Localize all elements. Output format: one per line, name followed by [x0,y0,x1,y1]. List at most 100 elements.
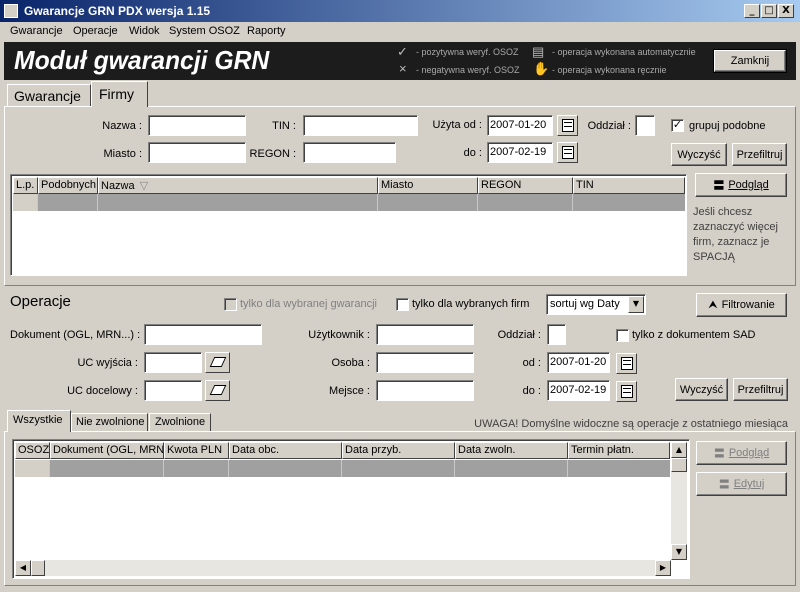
person-label: Osoba : [331,357,370,369]
tab-gwarancje[interactable]: Gwarancje [7,84,91,106]
only-guarantee-checkbox[interactable] [224,298,237,311]
group-similar-checkbox[interactable]: ✓ [671,119,684,132]
menu-gwarancje[interactable]: Gwarancje [10,25,63,37]
document-input[interactable] [144,324,262,345]
branch-input-firms[interactable] [635,115,655,136]
only-firms-checkbox[interactable] [396,298,409,311]
column-header-name[interactable]: Nazwa ▽ [98,177,378,194]
scroll-thumb-h[interactable] [31,560,45,576]
used-from-label: Użyta od : [432,119,482,131]
table-row[interactable] [15,460,670,477]
nazwa-label: Nazwa : [102,120,142,132]
eraser-icon-uc-out[interactable] [205,352,230,373]
column-header-city[interactable]: Miasto [378,177,478,194]
uc-dest-input[interactable] [144,380,202,401]
banner: Moduł gwarancji GRN ✓ - pozytywna weryf.… [4,42,796,80]
only-firms-label: tylko dla wybranych firm [412,298,530,310]
title-bar[interactable]: Gwarancje GRN PDX wersja 1.15 _ □ X [0,0,800,22]
regon-input[interactable] [303,142,396,163]
preview-button-ops[interactable]: 〓 Podgląd [696,441,787,465]
scroll-up-icon[interactable]: ▲ [671,442,687,458]
calendar-icon-to-ops[interactable] [616,381,637,402]
menu-widok[interactable]: Widok [129,25,160,37]
checkmark-icon: ✓ [397,44,408,59]
clear-button-ops[interactable]: Wyczyść [675,378,728,401]
calendar-icon-to-firms[interactable] [557,142,578,163]
to-input-ops[interactable]: 2007-02-19 [547,380,610,401]
sort-desc-icon: ▽ [139,180,149,192]
from-input-ops[interactable]: 2007-01-20 [547,352,610,373]
nazwa-input[interactable] [148,115,246,136]
person-input[interactable] [376,352,474,373]
sort-select[interactable]: sortuj wg Daty ▼ [546,294,646,315]
menu-operacje[interactable]: Operacje [73,25,118,37]
menu-raporty[interactable]: Raporty [247,25,286,37]
column-header-lp[interactable]: L.p. [13,177,38,194]
column-header-arrival-date[interactable]: Data przyb. [342,442,455,459]
tin-label: TIN : [272,120,296,132]
equals-icon: 〓 [713,448,725,460]
column-header-amount[interactable]: Kwota PLN [164,442,229,459]
tab-not-released[interactable]: Nie zwolnione [71,413,148,432]
close-window-button[interactable]: X [778,4,794,18]
column-header-release-date[interactable]: Data zwoln. [455,442,568,459]
scroll-right-icon[interactable]: ▶ [655,560,671,576]
user-input[interactable] [376,324,474,345]
uc-out-label: UC wyjścia : [77,357,138,369]
table-row[interactable] [13,194,685,211]
horizontal-scrollbar[interactable]: ◀ ▶ [15,560,671,576]
menu-bar: Gwarancje Operacje Widok System OSOZ Rap… [0,22,800,41]
column-header-osoz[interactable]: OSOZ [15,442,50,459]
tab-all[interactable]: Wszystkie [7,410,71,432]
filtering-button[interactable]: ⮝ Filtrowanie [696,293,787,317]
tin-input[interactable] [303,115,418,136]
from-label-ops: od : [522,357,541,369]
firms-table[interactable]: L.p. Podobnych Nazwa ▽ Miasto REGON TIN [10,174,687,276]
edit-button-ops[interactable]: 〓 Edytuj [696,472,787,496]
group-similar-label: grupuj podobne [689,120,766,132]
column-header-payment-term[interactable]: Termin płatn. [568,442,670,459]
clear-button-firms[interactable]: Wyczyść [671,143,727,166]
uc-dest-label: UC docelowy : [67,385,138,397]
to-label-firms: do : [463,147,482,159]
chevron-down-icon[interactable]: ▼ [628,296,644,313]
refilter-button-ops[interactable]: Przefiltruj [733,378,788,401]
close-app-button[interactable]: Zamknij [713,49,787,73]
document-icon: ▤ [532,44,545,59]
maximize-button[interactable]: □ [761,4,777,18]
legend-negative: - negatywna weryf. OSOZ [416,65,520,75]
menu-system-osoz[interactable]: System OSOZ [169,25,240,37]
vertical-scrollbar[interactable]: ▲ ▼ [671,442,687,560]
tab-released[interactable]: Zwolnione [149,413,211,432]
uc-out-input[interactable] [144,352,202,373]
scroll-thumb[interactable] [671,458,687,472]
regon-label: REGON : [249,148,296,160]
column-header-document[interactable]: Dokument (OGL, MRN... [50,442,164,459]
branch-label-firms: Oddział : [587,120,631,132]
scroll-down-icon[interactable]: ▼ [671,544,687,560]
place-input[interactable] [376,380,474,401]
miasto-input[interactable] [148,142,246,163]
arrow-up-icon: ⮝ [708,298,718,311]
place-label: Mejsce : [329,385,370,397]
calendar-icon-used-from[interactable] [557,115,578,136]
preview-button-firms[interactable]: 〓 Podgląd [695,173,787,197]
column-header-regon[interactable]: REGON [478,177,573,194]
minimize-button[interactable]: _ [744,4,760,18]
operations-title: Operacje [10,293,71,310]
to-input-firms[interactable]: 2007-02-19 [487,142,553,163]
column-header-tin[interactable]: TIN [573,177,685,194]
only-sad-checkbox[interactable] [616,329,629,342]
eraser-icon-uc-dest[interactable] [205,380,230,401]
branch-input-ops[interactable] [547,324,566,345]
used-from-input[interactable]: 2007-01-20 [487,115,553,136]
miasto-label: Miasto : [103,148,142,160]
calendar-icon-from-ops[interactable] [616,353,637,374]
operations-table[interactable]: OSOZ Dokument (OGL, MRN... Kwota PLN Dat… [12,439,690,579]
scroll-left-icon[interactable]: ◀ [15,560,31,576]
column-header-charge-date[interactable]: Data obc. [229,442,342,459]
tab-firmy[interactable]: Firmy [91,81,148,107]
cross-icon: × [399,61,407,76]
refilter-button-firms[interactable]: Przefiltruj [732,143,787,166]
column-header-similar[interactable]: Podobnych [38,177,98,194]
